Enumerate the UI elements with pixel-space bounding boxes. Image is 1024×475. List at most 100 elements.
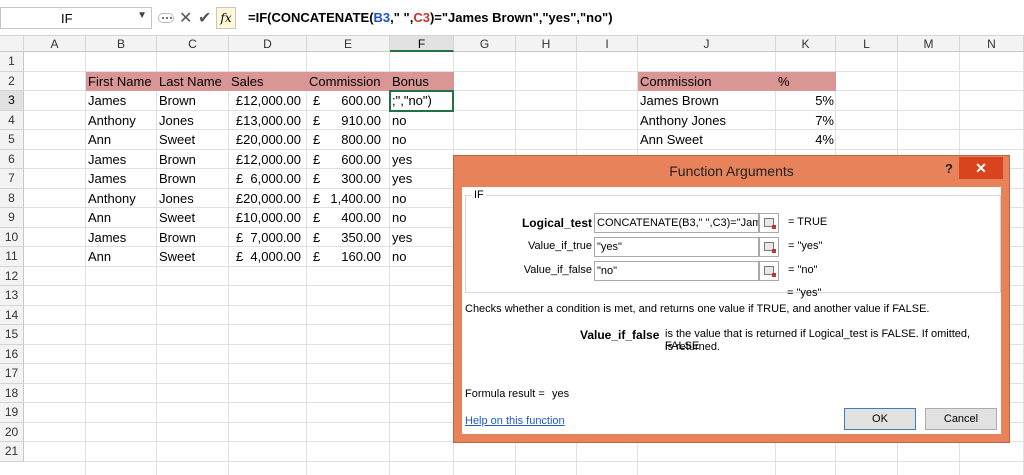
table-cell[interactable]: 800.00 <box>313 130 383 150</box>
table-cell[interactable]: yes <box>390 169 454 189</box>
table-cell[interactable]: £10,000.00 <box>229 208 303 228</box>
column-header-l[interactable]: L <box>836 36 898 52</box>
logical-test-input[interactable]: CONCATENATE(B3," ",C3)="Jame <box>594 213 759 233</box>
column-header-i[interactable]: I <box>577 36 638 52</box>
row-header-20[interactable]: 20 <box>0 422 24 442</box>
table-header-cell[interactable]: Bonus <box>390 71 454 91</box>
table-header-cell[interactable]: Last Name <box>157 71 229 91</box>
help-icon[interactable]: ? <box>945 161 953 176</box>
table-cell[interactable]: Anthony <box>86 189 157 209</box>
commission-cell[interactable]: Ann Sweet <box>638 130 776 150</box>
commission-cell[interactable]: 4% <box>776 130 836 150</box>
table-cell[interactable]: Brown <box>157 169 229 189</box>
row-header-5[interactable]: 5 <box>0 130 24 150</box>
formula-input[interactable]: =IF(CONCATENATE(B3," ",C3)="James Brown"… <box>246 7 1024 29</box>
column-header-n[interactable]: N <box>960 36 1024 52</box>
table-cell[interactable]: yes <box>390 228 454 248</box>
table-cell[interactable]: Jones <box>157 111 229 131</box>
table-cell[interactable]: James <box>86 150 157 170</box>
table-cell[interactable]: James <box>86 228 157 248</box>
table-cell[interactable]: Brown <box>157 150 229 170</box>
ok-button[interactable]: OK <box>844 408 916 430</box>
column-header-f[interactable]: F <box>390 36 454 52</box>
table-cell[interactable]: Jones <box>157 189 229 209</box>
row-header-14[interactable]: 14 <box>0 305 24 325</box>
table-cell[interactable]: Ann <box>86 247 157 267</box>
name-box[interactable]: IF ▼ <box>0 7 152 29</box>
table-cell[interactable]: yes <box>390 150 454 170</box>
row-header-12[interactable]: 12 <box>0 266 24 286</box>
more-options-icon[interactable] <box>158 13 174 23</box>
table-cell[interactable]: 400.00 <box>313 208 383 228</box>
commission-header-cell[interactable]: % <box>776 71 836 91</box>
table-cell[interactable]: £13,000.00 <box>229 111 303 131</box>
table-cell[interactable]: £ 6,000.00 <box>229 169 303 189</box>
row-header-15[interactable]: 15 <box>0 325 24 345</box>
table-cell[interactable]: no <box>390 247 454 267</box>
row-header-8[interactable]: 8 <box>0 188 24 208</box>
cancel-button[interactable]: Cancel <box>925 408 997 430</box>
row-header-2[interactable]: 2 <box>0 71 24 91</box>
table-header-cell[interactable]: Commission <box>307 71 390 91</box>
commission-cell[interactable]: 7% <box>776 111 836 131</box>
column-header-m[interactable]: M <box>898 36 960 52</box>
row-header-3[interactable]: 3 <box>0 91 24 111</box>
table-cell[interactable]: Sweet <box>157 208 229 228</box>
table-header-cell[interactable]: Sales <box>229 71 307 91</box>
column-header-h[interactable]: H <box>516 36 577 52</box>
value-if-false-input[interactable]: "no" <box>594 261 759 281</box>
collapse-dialog-icon[interactable] <box>759 213 779 233</box>
table-cell[interactable]: James <box>86 91 157 111</box>
column-header-b[interactable]: B <box>86 36 157 52</box>
collapse-dialog-icon[interactable] <box>759 237 779 257</box>
column-header-d[interactable]: D <box>229 36 307 52</box>
row-header-21[interactable]: 21 <box>0 442 24 462</box>
table-cell[interactable]: no <box>390 189 454 209</box>
commission-cell[interactable]: James Brown <box>638 91 776 111</box>
column-header-j[interactable]: J <box>638 36 776 52</box>
table-header-cell[interactable]: First Name <box>86 71 157 91</box>
row-header-19[interactable]: 19 <box>0 403 24 423</box>
row-header-13[interactable]: 13 <box>0 286 24 306</box>
enter-check-icon[interactable]: ✔ <box>198 8 211 28</box>
table-cell[interactable]: 910.00 <box>313 111 383 131</box>
collapse-dialog-icon[interactable] <box>759 261 779 281</box>
table-cell[interactable]: 160.00 <box>313 247 383 267</box>
table-cell[interactable]: £ 7,000.00 <box>229 228 303 248</box>
table-cell[interactable]: £20,000.00 <box>229 189 303 209</box>
table-cell[interactable]: no <box>390 130 454 150</box>
table-cell[interactable]: 1,400.00 <box>313 189 383 209</box>
table-cell[interactable]: 300.00 <box>313 169 383 189</box>
table-cell[interactable]: £12,000.00 <box>229 150 303 170</box>
table-cell[interactable]: no <box>390 111 454 131</box>
table-cell[interactable]: Sweet <box>157 247 229 267</box>
close-button[interactable]: ✕ <box>959 157 1003 179</box>
commission-cell[interactable]: Anthony Jones <box>638 111 776 131</box>
row-header-16[interactable]: 16 <box>0 344 24 364</box>
row-header-4[interactable]: 4 <box>0 110 24 130</box>
table-cell[interactable]: James <box>86 169 157 189</box>
commission-header-cell[interactable]: Commission <box>638 71 776 91</box>
column-header-e[interactable]: E <box>307 36 390 52</box>
table-cell[interactable]: Ann <box>86 208 157 228</box>
row-header-7[interactable]: 7 <box>0 169 24 189</box>
row-header-9[interactable]: 9 <box>0 208 24 228</box>
table-cell[interactable]: 350.00 <box>313 228 383 248</box>
insert-function-icon[interactable]: fx <box>216 7 236 29</box>
row-header-17[interactable]: 17 <box>0 364 24 384</box>
table-cell[interactable]: Brown <box>157 91 229 111</box>
help-on-function-link[interactable]: Help on this function <box>465 415 565 427</box>
select-all-corner[interactable] <box>0 36 24 52</box>
table-cell[interactable]: 600.00 <box>313 91 383 111</box>
row-header-11[interactable]: 11 <box>0 247 24 267</box>
column-header-c[interactable]: C <box>157 36 229 52</box>
table-cell[interactable]: £20,000.00 <box>229 130 303 150</box>
table-cell[interactable]: Brown <box>157 228 229 248</box>
chevron-down-icon[interactable]: ▼ <box>137 10 147 21</box>
dialog-titlebar[interactable]: Function Arguments ? ✕ <box>454 156 1009 186</box>
column-header-g[interactable]: G <box>454 36 516 52</box>
row-header-6[interactable]: 6 <box>0 149 24 169</box>
table-cell[interactable]: Sweet <box>157 130 229 150</box>
table-cell[interactable]: Ann <box>86 130 157 150</box>
column-header-k[interactable]: K <box>776 36 836 52</box>
